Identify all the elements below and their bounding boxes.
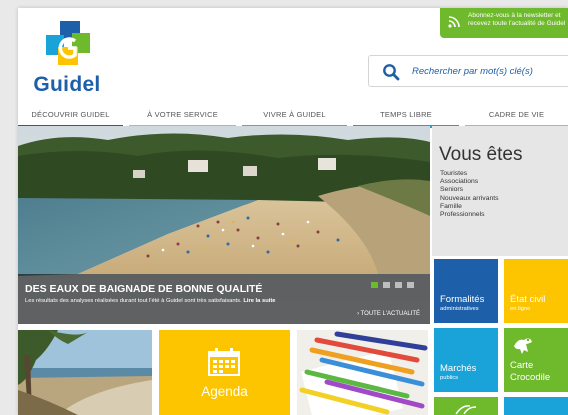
- calendar-icon: [208, 348, 240, 376]
- nav-item-cadre[interactable]: CADRE DE VIE: [465, 108, 568, 128]
- read-more-link[interactable]: Lire la suite: [243, 298, 275, 304]
- vous-etes-item[interactable]: Associations: [440, 178, 499, 186]
- tile-partial[interactable]: [504, 397, 568, 415]
- search-icon[interactable]: [382, 63, 400, 81]
- vous-etes-item[interactable]: Nouveaux arrivants: [440, 195, 499, 203]
- slider-dot-active[interactable]: [371, 282, 378, 288]
- tile-title: État civil: [510, 294, 546, 305]
- hero-description: Les résultats des analyses réalisées dur…: [25, 298, 276, 304]
- tile-title: Marchés: [440, 363, 477, 374]
- coastal-path-photo[interactable]: [18, 330, 152, 415]
- hero-caption: DES EAUX DE BAIGNADE DE BONNE QUALITÉ Le…: [18, 274, 430, 324]
- main-nav: DÉCOUVRIR GUIDEL À VOTRE SERVICE VIVRE À…: [18, 108, 568, 128]
- slider-dot[interactable]: [407, 282, 414, 288]
- nav-item-service[interactable]: À VOTRE SERVICE: [129, 108, 236, 128]
- tile-subtitle: publics: [440, 375, 459, 381]
- agenda-tile[interactable]: Agenda: [159, 330, 290, 415]
- vous-etes-item[interactable]: Touristes: [440, 170, 499, 178]
- coastal-path-image: [18, 330, 152, 415]
- rss-icon: [448, 16, 460, 28]
- tile-formalites[interactable]: Formalités administratives: [434, 259, 498, 323]
- newsletter-banner[interactable]: Abonnez-vous à la newsletter et recevez …: [440, 8, 568, 38]
- nav-item-decouvrir[interactable]: DÉCOUVRIR GUIDEL: [18, 108, 123, 128]
- slider-dots: [371, 282, 421, 288]
- tile-subtitle: Crocodile: [510, 372, 551, 383]
- vous-etes-panel: Vous êtes Touristes Associations Seniors…: [432, 126, 568, 256]
- tile-title: Formalités: [440, 294, 485, 305]
- school-supplies-image: [297, 330, 428, 415]
- nav-label: À VOTRE SERVICE: [147, 110, 218, 119]
- leaf-icon: [455, 405, 477, 415]
- nav-label: CADRE DE VIE: [488, 110, 545, 119]
- vous-etes-item[interactable]: Famille: [440, 203, 499, 211]
- site-name: Guidel: [33, 73, 101, 96]
- slider-dot[interactable]: [383, 282, 390, 288]
- nav-label: DÉCOUVRIR GUIDEL: [31, 110, 110, 119]
- nav-item-temps-libre[interactable]: TEMPS LIBRE: [353, 108, 459, 128]
- site-logo[interactable]: Guidel: [32, 21, 102, 101]
- search-box[interactable]: Rechercher par mot(s) clé(s): [368, 55, 568, 87]
- agenda-label: Agenda: [201, 384, 248, 399]
- nav-label: TEMPS LIBRE: [380, 110, 432, 119]
- search-input[interactable]: Rechercher par mot(s) clé(s): [412, 66, 533, 77]
- hero-slider[interactable]: DES EAUX DE BAIGNADE DE BONNE QUALITÉ Le…: [18, 126, 430, 324]
- vous-etes-item[interactable]: Professionnels: [440, 211, 499, 219]
- vous-etes-item[interactable]: Seniors: [440, 186, 499, 194]
- page: Guidel Abonnez-vous à la newsletter et r…: [18, 8, 568, 415]
- guidel-logo-icon: [46, 21, 90, 65]
- crocodile-icon: [514, 338, 532, 354]
- nav-item-vivre[interactable]: VIVRE À GUIDEL: [242, 108, 347, 128]
- tile-etat-civil[interactable]: État civil en ligne: [504, 259, 568, 323]
- tile-subtitle: administratives: [440, 306, 479, 312]
- nav-label: VIVRE À GUIDEL: [263, 110, 326, 119]
- tile-title: Carte: [510, 360, 534, 371]
- tile-marches[interactable]: Marchés publics: [434, 328, 498, 392]
- slider-dot[interactable]: [395, 282, 402, 288]
- newsletter-text: Abonnez-vous à la newsletter et recevez …: [468, 12, 566, 27]
- tile-carte-crocodile[interactable]: Carte Crocodile: [504, 328, 568, 392]
- vous-etes-heading: Vous êtes: [439, 144, 523, 165]
- tile-subtitle: en ligne: [510, 306, 531, 312]
- hero-description-text: Les résultats des analyses réalisées dur…: [25, 298, 242, 304]
- tile-partial[interactable]: [434, 397, 498, 415]
- school-supplies-photo[interactable]: [297, 330, 428, 415]
- all-news-link[interactable]: › TOUTE L'ACTUALITÉ: [357, 311, 420, 317]
- vous-etes-list: Touristes Associations Seniors Nouveaux …: [440, 170, 499, 219]
- hero-title[interactable]: DES EAUX DE BAIGNADE DE BONNE QUALITÉ: [25, 283, 262, 295]
